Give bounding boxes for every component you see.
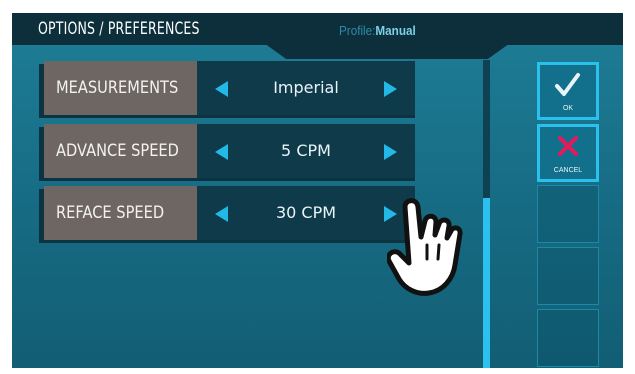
arrow-left-button[interactable] (215, 81, 228, 97)
ok-button[interactable]: OK (537, 62, 599, 120)
setting-value: 30 CPM (275, 203, 337, 222)
setting-value: 5 CPM (281, 141, 331, 160)
empty-slot-button (537, 185, 599, 243)
arrow-right-button[interactable] (384, 81, 397, 97)
scrollbar-thumb[interactable] (483, 198, 490, 368)
setting-label: MEASUREMENTS (44, 61, 197, 115)
cancel-button[interactable]: CANCEL (537, 124, 599, 182)
setting-row-advance-speed: ADVANCE SPEED 5 CPM (39, 124, 415, 181)
hand-pointer-icon (387, 198, 463, 296)
profile-label: Profile: (339, 23, 376, 38)
empty-slot-button (537, 247, 599, 305)
setting-value: Imperial (273, 78, 339, 97)
setting-control: 5 CPM (197, 124, 415, 178)
arrow-right-button[interactable] (384, 144, 397, 160)
profile-value: Manual (375, 23, 416, 38)
options-screen: OPTIONS / PREFERENCES Profile:Manual MEA… (12, 13, 623, 368)
setting-control: 30 CPM (197, 186, 415, 240)
empty-slot-button (537, 309, 599, 367)
setting-row-reface-speed: REFACE SPEED 30 CPM (39, 186, 415, 243)
page-title: OPTIONS / PREFERENCES (38, 19, 200, 39)
arrow-left-button[interactable] (215, 206, 228, 222)
arrow-left-button[interactable] (215, 144, 228, 160)
setting-control: Imperial (197, 61, 415, 115)
profile-indicator: Profile:Manual (339, 23, 416, 38)
setting-label: ADVANCE SPEED (44, 124, 197, 178)
ok-label: OK (562, 105, 574, 112)
setting-label: REFACE SPEED (44, 186, 197, 240)
setting-row-measurements: MEASUREMENTS Imperial (39, 61, 415, 118)
cancel-label: CANCEL (553, 167, 583, 174)
